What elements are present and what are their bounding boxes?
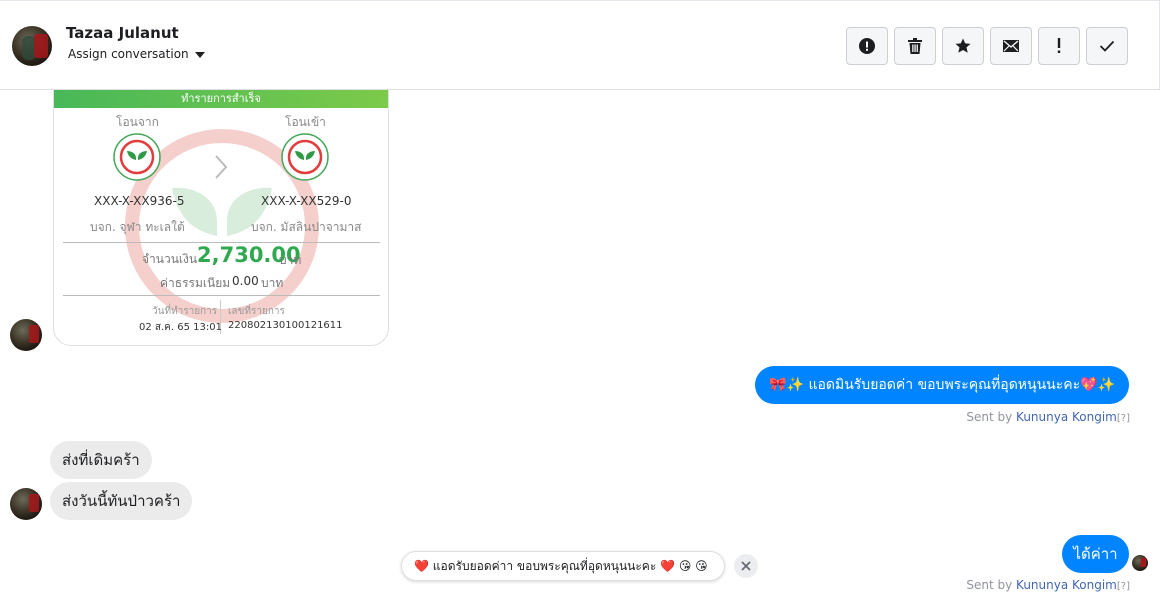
star-icon [955,38,971,53]
conversation-header: Tazaa Julanut Assign conversation [0,0,1160,90]
star-button[interactable] [942,27,984,65]
bank-logo-icon [281,133,329,181]
incoming-message[interactable]: ส่งที่เดิมคร้า [50,441,152,479]
important-button[interactable] [1038,27,1080,65]
to-account: XXX-X-XX529-0 [261,194,352,208]
header-action-bar [846,27,1128,65]
contact-avatar[interactable] [10,488,42,520]
date-value: 02 ส.ค. 65 13:01 [139,322,222,333]
contact-avatar[interactable] [12,26,52,66]
ref-label: เลขที่รายการ [228,306,285,317]
from-label: โอนจาก [116,115,159,129]
receipt-status: ทำรายการสำเร็จ [54,90,388,108]
transfer-receipt-image[interactable]: ทำรายการสำเร็จ โอนจาก โอนเข้า XXX-X-XX93… [53,90,389,346]
bank-logo-icon [113,133,161,181]
outgoing-message[interactable]: 🎀✨ แอดมินรับยอดค่า ขอบพระคุณที่อุดหนุนนะ… [755,366,1129,404]
exclamation-icon [1057,38,1061,53]
heart-emoji: ❤️ [414,559,429,573]
sent-by-prefix: Sent by [966,410,1013,424]
divider [63,295,380,296]
help-link[interactable]: [?] [1117,413,1130,424]
close-icon [741,561,751,571]
trailing-emojis: ❤️ 😘 😘 [660,559,708,573]
amount-unit: บาท [279,253,302,267]
saved-reply-suggestion[interactable]: ❤️ แอดรับยอดค่าา ขอบพระคุณที่อุดหนุนนะคะ… [401,551,725,581]
saved-reply-text: แอดรับยอดค่าา ขอบพระคุณที่อุดหนุนนะคะ [432,559,657,573]
chevron-right-icon [215,155,228,179]
sent-by-prefix: Sent by [966,578,1013,592]
done-button[interactable] [1086,27,1128,65]
trash-icon [908,38,922,54]
to-name: บจก. มัสลินปาจามาส [251,220,362,234]
sent-by-note: Sent by Kununya Kongim[?] [966,410,1130,424]
ref-value: 220802130100121611 [228,320,343,331]
fee-value: 0.00 [232,274,259,288]
caret-down-icon [194,51,205,58]
contact-avatar[interactable] [10,319,42,351]
close-suggestion-button[interactable] [734,554,758,578]
from-account: XXX-X-XX936-5 [94,194,185,208]
help-link[interactable]: [?] [1117,581,1130,592]
contact-name[interactable]: Tazaa Julanut [66,24,179,42]
alert-circle-icon [859,38,875,54]
assign-conversation-label: Assign conversation [68,47,189,61]
sent-by-note: Sent by Kununya Kongim[?] [966,578,1130,592]
agent-name-link[interactable]: Kununya Kongim [1016,578,1117,592]
incoming-message[interactable]: ส่งวันนี้ทันป่าวคร้า [50,482,193,520]
fee-unit: บาท [261,276,284,290]
amount-label: จำนวนเงิน [142,252,198,266]
date-label: วันที่ทำรายการ [152,306,218,317]
envelope-icon [1003,40,1019,52]
outgoing-message[interactable]: ได้ค่าา [1062,535,1129,573]
from-name: บจก. จุฬา ทะเลใต้ [90,220,185,234]
mark-unread-button[interactable] [990,27,1032,65]
to-label: โอนเข้า [285,115,326,129]
agent-name-link[interactable]: Kununya Kongim [1016,410,1117,424]
delete-button[interactable] [894,27,936,65]
fee-label: ค่าธรรมเนียม [160,276,231,290]
assign-conversation-dropdown[interactable]: Assign conversation [68,47,205,61]
seen-avatar [1132,555,1148,571]
spam-button[interactable] [846,27,888,65]
checkmark-icon [1099,40,1115,52]
